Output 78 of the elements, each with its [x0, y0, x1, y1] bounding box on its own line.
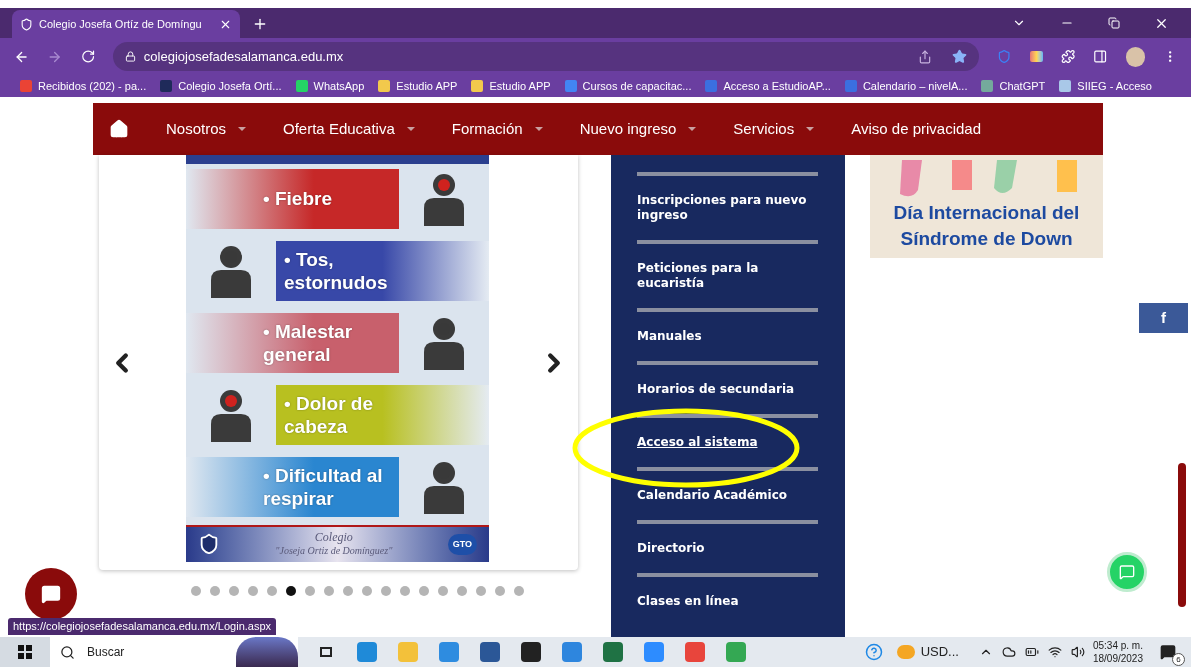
facebook-button[interactable]: f — [1139, 303, 1188, 333]
windows-icon — [18, 645, 32, 659]
nav-item[interactable]: Aviso de privacidad — [851, 117, 982, 141]
symptom-label: • Fiebre — [263, 187, 333, 211]
person-icon — [209, 243, 253, 298]
chat-button[interactable] — [25, 568, 77, 620]
search-icon — [60, 644, 75, 660]
start-button[interactable] — [0, 637, 50, 667]
cloud-icon[interactable] — [1001, 645, 1016, 659]
volume-icon[interactable] — [1070, 645, 1085, 659]
landscape-image — [236, 637, 298, 667]
clock[interactable]: 05:34 p. m. 18/09/2023 — [1092, 639, 1143, 665]
side-panel-icon[interactable] — [1093, 49, 1108, 64]
bookmark-item[interactable]: SIIEG - Acceso — [1059, 77, 1152, 95]
bookmark-star-icon[interactable] — [952, 49, 968, 64]
school-crest-icon — [20, 17, 33, 31]
nav-item[interactable]: Nuevo ingreso — [579, 117, 697, 141]
poster-title: Colegio — [314, 530, 353, 545]
person-icon — [209, 387, 253, 442]
bookmark-item[interactable]: Recibidos (202) - pa... — [20, 77, 147, 95]
bookmark-item[interactable]: Calendario – nivelA... — [844, 77, 968, 95]
symptom-label: • Tos, estornudos — [284, 247, 389, 294]
chat-icon — [41, 584, 61, 604]
notification-icon — [1160, 644, 1176, 660]
help-icon[interactable] — [864, 643, 883, 661]
bookmark-item[interactable]: WhatsApp — [295, 77, 365, 95]
sidebar-link[interactable]: Inscripciones para nuevo ingreso — [637, 193, 825, 223]
person-icon — [422, 459, 466, 514]
scrollbar-thumb[interactable] — [1178, 463, 1186, 607]
sidebar-link[interactable]: Manuales — [637, 329, 825, 344]
chat-icon — [1119, 564, 1135, 580]
reload-icon[interactable] — [80, 49, 95, 64]
sidebar-link[interactable]: Clases en línea — [637, 594, 825, 609]
new-tab-icon[interactable] — [252, 16, 268, 32]
symptom-label: • Dificultad al respirar — [263, 463, 384, 510]
sidebar-link[interactable]: Directorio — [637, 541, 825, 556]
sidebar-link[interactable]: Calendario Académico — [637, 488, 825, 503]
symptom-label: • Dolor de cabeza — [284, 391, 374, 438]
nav-item[interactable]: Nosotros — [166, 117, 247, 141]
gto-logo: GTO — [447, 533, 477, 556]
extension-icon[interactable] — [1029, 51, 1043, 62]
lock-icon — [124, 51, 136, 62]
battery-icon[interactable] — [1024, 645, 1039, 659]
school-crest-icon — [198, 533, 220, 556]
sidebar-link[interactable]: Horarios de secundaria — [637, 382, 825, 397]
notification-count: 6 — [1172, 653, 1185, 666]
bookmark-item[interactable]: Estudio APP — [378, 77, 458, 95]
bookmark-item[interactable]: Estudio APP — [471, 77, 551, 95]
nav-item[interactable]: Formación — [451, 117, 543, 141]
bookmark-item[interactable]: Acceso a EstudioAP... — [705, 77, 831, 95]
tray-label[interactable]: USD... — [920, 642, 959, 662]
caret-icon — [534, 127, 543, 131]
browser-tab[interactable]: Colegio Josefa Ortíz de Domíngu — [12, 10, 240, 38]
address-bar[interactable]: colegiojosefadesalamanca.edu.mx — [112, 42, 980, 71]
caret-icon — [806, 127, 815, 131]
banner-text: Día Internacional del Síndrome de Down — [892, 201, 1081, 251]
wifi-icon[interactable] — [1047, 645, 1062, 659]
person-icon — [422, 315, 466, 370]
poster-subtitle: "Joseja Ortiz de Domínguez" — [275, 544, 393, 559]
avatar-icon[interactable] — [1125, 46, 1145, 67]
nav-item[interactable]: Oferta Educativa — [283, 117, 415, 141]
bookmark-item[interactable]: Cursos de capacitac... — [564, 77, 692, 95]
caret-icon — [688, 127, 697, 131]
home-icon[interactable] — [109, 119, 129, 139]
nav-item[interactable]: Servicios — [733, 117, 815, 141]
symptom-label: • Malestar general — [263, 319, 354, 366]
person-icon — [422, 171, 466, 226]
restore-icon[interactable] — [1108, 17, 1120, 29]
search-field[interactable]: Buscar — [50, 637, 298, 667]
puzzle-icon[interactable] — [1061, 49, 1076, 64]
bookmark-item[interactable]: Colegio Josefa Ortí... — [160, 77, 282, 95]
caret-icon — [406, 127, 415, 131]
status-url: https://colegiojosefadesalamanca.edu.mx/Login.aspx — [8, 618, 277, 635]
sidebar-link[interactable]: Peticiones para la eucaristía — [637, 261, 825, 291]
caret-icon — [238, 127, 247, 131]
bookmark-item[interactable]: ChatGPT — [981, 77, 1046, 95]
sidebar-link[interactable]: Acceso al sistema — [637, 435, 825, 450]
share-icon[interactable] — [918, 49, 933, 64]
